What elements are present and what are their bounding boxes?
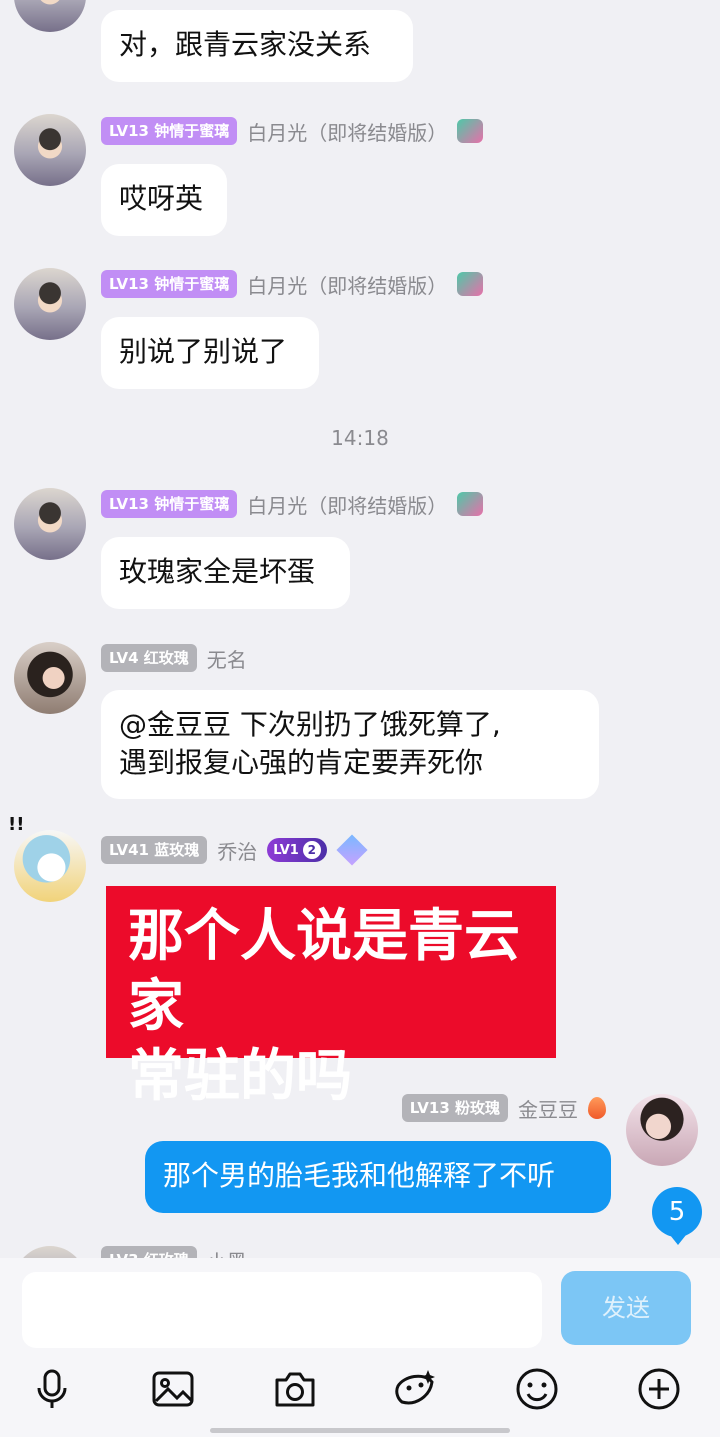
sender-meta: LV13 钟情于蜜璃 白月光（即将结婚版） [101, 116, 484, 146]
message-bubble[interactable]: @金豆豆 下次别扔了饿死算了, 遇到报复心强的肯定要弄死你 [101, 690, 599, 799]
sender-name[interactable]: 无名 [207, 644, 247, 673]
message-text-line: 遇到报复心强的肯定要弄死你 [119, 746, 484, 779]
message-bubble[interactable]: 哎呀英 [101, 164, 227, 236]
image-sticker[interactable]: 那个人说是青云家 常驻的吗 [106, 886, 556, 1109]
message-bubble[interactable]: 那个男的胎毛我和他解释了不听 [145, 1141, 611, 1213]
avatar[interactable] [14, 114, 86, 186]
sender-name[interactable]: 白月光（即将结婚版） [247, 270, 447, 299]
message-text: 哎呀英 [119, 182, 204, 215]
message-bubble[interactable]: 玫瑰家全是坏蛋 [101, 537, 350, 609]
avatar[interactable] [14, 488, 86, 560]
sender-name[interactable]: 金豆豆 [518, 1094, 578, 1123]
sender-meta: LV13 粉玫瑰 金豆豆 [401, 1093, 606, 1123]
online-dots-icon: !! [8, 814, 25, 835]
sender-meta: LV13 钟情于蜜璃 白月光（即将结婚版） [101, 269, 484, 299]
honor-level-text: LV1 [273, 842, 299, 858]
level-badge: LV4 红玫瑰 [101, 644, 197, 672]
microphone-icon[interactable] [29, 1366, 75, 1412]
sender-meta: LV41 蓝玫瑰 乔治 LV1 2 [101, 834, 368, 866]
sticker-text-line: 那个人说是青云家 [128, 904, 520, 1039]
level-badge: LV13 粉玫瑰 [401, 1094, 508, 1122]
unread-count-badge[interactable]: 5 [652, 1187, 702, 1245]
send-button[interactable]: 发送 [561, 1271, 691, 1345]
image-icon[interactable] [150, 1366, 196, 1412]
timestamp: 14:18 [331, 426, 389, 450]
sender-meta: LV13 钟情于蜜璃 白月光（即将结婚版） [101, 489, 484, 519]
avatar[interactable] [14, 642, 86, 714]
message-text: 对，跟青云家没关系 [119, 28, 372, 61]
input-bar: 发送 [0, 1258, 720, 1437]
camera-icon[interactable] [272, 1366, 318, 1412]
sticker-icon[interactable] [392, 1366, 438, 1412]
crystal-icon [336, 834, 368, 866]
avatar[interactable] [14, 830, 86, 902]
home-indicator [210, 1428, 510, 1433]
message-bubble[interactable]: 别说了别说了 [101, 317, 319, 389]
flame-icon [588, 1097, 606, 1119]
sender-name[interactable]: 白月光（即将结婚版） [247, 490, 447, 519]
avatar[interactable] [14, 0, 86, 32]
dragon-icon [457, 272, 484, 296]
level-badge: LV13 钟情于蜜璃 [101, 490, 238, 518]
message-bubble[interactable]: 对，跟青云家没关系 [101, 10, 413, 82]
level-badge: LV13 钟情于蜜璃 [101, 270, 238, 298]
sender-name[interactable]: 乔治 [217, 836, 257, 865]
level-badge: LV41 蓝玫瑰 [101, 836, 208, 864]
message-input[interactable] [22, 1272, 542, 1348]
plus-icon[interactable] [636, 1366, 682, 1412]
avatar[interactable] [626, 1094, 698, 1166]
dragon-icon [457, 119, 484, 143]
avatar[interactable] [14, 268, 86, 340]
sender-name[interactable]: 白月光（即将结婚版） [247, 117, 447, 146]
message-text-line: @金豆豆 下次别扔了饿死算了, [119, 708, 501, 741]
sender-meta: LV4 红玫瑰 无名 [101, 643, 247, 673]
dragon-icon [457, 492, 484, 516]
honor-level-number: 2 [302, 841, 321, 859]
message-text: 别说了别说了 [119, 335, 288, 368]
emoji-icon[interactable] [514, 1366, 560, 1412]
message-text: 玫瑰家全是坏蛋 [119, 555, 316, 588]
message-text: 那个男的胎毛我和他解释了不听 [163, 1159, 556, 1192]
level-badge: LV13 钟情于蜜璃 [101, 117, 238, 145]
honor-level-badge: LV1 2 [267, 838, 327, 862]
